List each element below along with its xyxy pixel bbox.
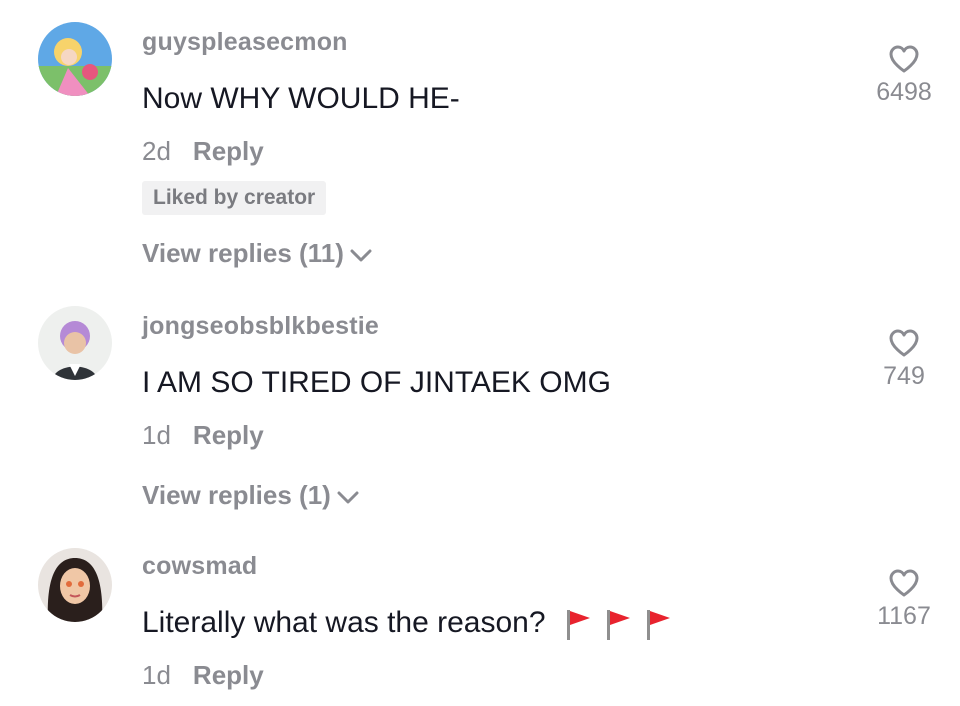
like-button[interactable]: 1167 bbox=[859, 568, 949, 631]
like-count: 749 bbox=[883, 362, 925, 390]
comment-username[interactable]: cowsmad bbox=[142, 552, 257, 581]
avatar[interactable] bbox=[38, 548, 112, 622]
red-flag-icon bbox=[566, 610, 590, 641]
comment-age: 2d bbox=[142, 136, 171, 166]
reply-button[interactable]: Reply bbox=[193, 136, 264, 167]
comment-meta: 1d Reply bbox=[142, 660, 264, 691]
heart-icon bbox=[889, 45, 919, 73]
chevron-down-icon bbox=[350, 249, 372, 261]
like-button[interactable]: 6498 bbox=[859, 44, 949, 107]
comment-text-content: Literally what was the reason? bbox=[142, 606, 546, 639]
reply-button[interactable]: Reply bbox=[193, 420, 264, 451]
avatar-image bbox=[38, 306, 112, 380]
red-flag-icon bbox=[606, 610, 630, 641]
view-replies-button[interactable]: View replies (1) bbox=[142, 480, 359, 511]
heart-icon bbox=[889, 569, 919, 597]
like-button[interactable]: 749 bbox=[859, 328, 949, 391]
liked-by-creator-badge: Liked by creator bbox=[142, 181, 327, 215]
comment-text: Now WHY WOULD HE- bbox=[142, 82, 460, 115]
comment-meta: 2d Reply bbox=[142, 136, 264, 167]
avatar-image bbox=[38, 548, 112, 622]
comment-age: 1d bbox=[142, 420, 171, 450]
avatar-image bbox=[38, 22, 112, 96]
like-count: 1167 bbox=[877, 602, 931, 630]
comment-text: I AM SO TIRED OF JINTAEK OMG bbox=[142, 366, 611, 399]
chevron-down-icon bbox=[337, 491, 359, 503]
avatar[interactable] bbox=[38, 306, 112, 380]
red-flag-icon bbox=[646, 610, 670, 641]
emoji-group bbox=[564, 607, 672, 641]
comment-username[interactable]: jongseobsblkbestie bbox=[142, 312, 379, 341]
comment-meta: 1d Reply bbox=[142, 420, 264, 451]
comment-text: Literally what was the reason? bbox=[142, 606, 672, 641]
like-count: 6498 bbox=[876, 78, 932, 106]
reply-button[interactable]: Reply bbox=[193, 660, 264, 691]
comment-username[interactable]: guyspleasecmon bbox=[142, 28, 348, 57]
heart-icon bbox=[889, 329, 919, 357]
comment-age: 1d bbox=[142, 660, 171, 690]
view-replies-button[interactable]: View replies (11) bbox=[142, 238, 372, 269]
view-replies-label: View replies (11) bbox=[142, 238, 344, 268]
view-replies-label: View replies (1) bbox=[142, 480, 331, 510]
avatar[interactable] bbox=[38, 22, 112, 96]
